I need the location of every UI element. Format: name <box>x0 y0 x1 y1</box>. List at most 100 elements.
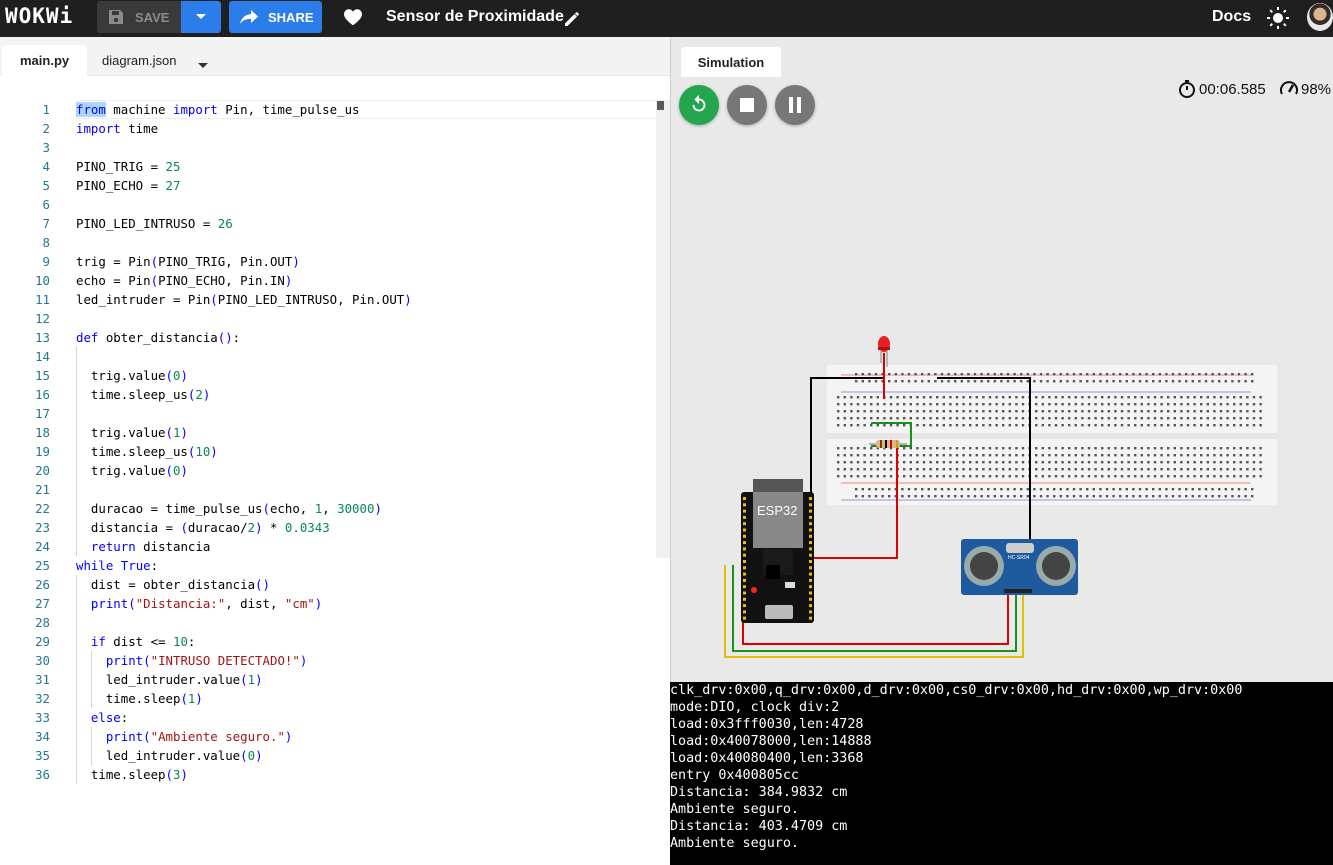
code-line[interactable]: 25 while True: <box>0 556 670 575</box>
pause-simulation-button[interactable] <box>775 85 815 125</box>
top-bar: WOKWi SAVE SHARE Sensor de Proximidade D… <box>0 0 1333 37</box>
code-token: import <box>76 121 121 136</box>
share-button[interactable]: SHARE <box>229 1 322 33</box>
tab-main-py[interactable]: main.py <box>2 45 88 76</box>
code-editor-panel: main.py diagram.json 1 from machine impor… <box>0 37 670 865</box>
line-text: time.sleep_us(10) <box>76 442 218 461</box>
console-line: Distancia: 403.4709 cm <box>670 819 848 834</box>
code-token: time.sleep_us <box>76 387 188 402</box>
code-token: machine <box>105 102 173 117</box>
code-line[interactable]: 5 PINO_ECHO = 27 <box>0 176 670 195</box>
code-token: ) <box>180 425 188 440</box>
line-text: trig.value(1) <box>76 423 188 442</box>
tab-menu-button[interactable] <box>198 56 208 74</box>
code-line[interactable]: 7 PINO_LED_INTRUSO = 26 <box>0 214 670 233</box>
save-dropdown-button[interactable] <box>181 1 221 33</box>
theme-toggle[interactable] <box>1266 6 1290 35</box>
code-line[interactable]: 24 return distancia <box>0 537 670 556</box>
code-token: Pin, time_pulse_us <box>217 102 360 117</box>
avatar[interactable] <box>1307 3 1333 31</box>
code-line[interactable]: 15 trig.value(0) <box>0 366 670 385</box>
tab-diagram-json[interactable]: diagram.json <box>84 45 194 76</box>
rename-project-button[interactable] <box>562 9 582 34</box>
restart-icon <box>692 94 706 112</box>
code-token: ) <box>292 254 300 269</box>
code-line[interactable]: 28 <box>0 613 670 632</box>
code-line[interactable]: 31 led_intruder.value(1) <box>0 670 670 689</box>
save-icon <box>109 10 123 24</box>
line-text: trig = Pin(PINO_TRIG, Pin.OUT) <box>76 252 300 271</box>
breadboard[interactable] <box>825 363 1279 507</box>
docs-link[interactable]: Docs <box>1212 8 1251 26</box>
line-text: import time <box>76 119 158 138</box>
code-token: trig = Pin <box>76 254 151 269</box>
code-area[interactable]: 1 from machine import Pin, time_pulse_us 2… <box>0 100 670 784</box>
tab-simulation[interactable]: Simulation <box>681 47 781 77</box>
save-button[interactable]: SAVE <box>97 1 181 33</box>
code-line[interactable]: 3 <box>0 138 670 157</box>
code-line[interactable]: 35 led_intruder.value(0) <box>0 746 670 765</box>
code-token: ( <box>262 501 270 516</box>
code-token: * <box>262 520 285 535</box>
code-line[interactable]: 13 def obter_distancia(): <box>0 328 670 347</box>
code-token: "INTRUSO DETECTADO!" <box>150 653 300 668</box>
code-line[interactable]: 16 time.sleep_us(2) <box>0 385 670 404</box>
code-line[interactable]: 19 time.sleep_us(10) <box>0 442 670 461</box>
code-line[interactable]: 11 led_intruder = Pin(PINO_LED_INTRUSO, P… <box>0 290 670 309</box>
code-line[interactable]: 23 distancia = (duracao/2) * 0.0343 <box>0 518 670 537</box>
code-line[interactable]: 4 PINO_TRIG = 25 <box>0 157 670 176</box>
code-line[interactable]: 9 trig = Pin(PINO_TRIG, Pin.OUT) <box>0 252 670 271</box>
code-token: True <box>120 558 151 573</box>
code-token: "Ambiente seguro." <box>150 729 285 744</box>
restart-simulation-button[interactable] <box>679 85 719 125</box>
code-token: ( <box>165 463 173 478</box>
project-title[interactable]: Sensor de Proximidade <box>386 8 564 26</box>
code-line[interactable]: 36 time.sleep(3) <box>0 765 670 784</box>
stop-simulation-button[interactable] <box>727 85 767 125</box>
line-number: 13 <box>35 330 50 345</box>
esp32-board[interactable]: ESP32 <box>741 479 814 623</box>
code-line[interactable]: 14 <box>0 347 670 366</box>
code-line[interactable]: 26 dist = obter_distancia() <box>0 575 670 594</box>
code-line[interactable]: 21 <box>0 480 670 499</box>
code-line[interactable]: 20 trig.value(0) <box>0 461 670 480</box>
code-line[interactable]: 8 <box>0 233 670 252</box>
code-line[interactable]: 33 else: <box>0 708 670 727</box>
code-token: ) <box>284 273 293 288</box>
code-line[interactable]: 6 <box>0 195 670 214</box>
code-token: ) <box>180 767 188 782</box>
code-line[interactable]: 2 import time <box>0 119 670 138</box>
code-token: duracao/ <box>187 520 248 535</box>
code-line[interactable]: 10 echo = Pin(PINO_ECHO, Pin.IN) <box>0 271 670 290</box>
code-line[interactable]: 34 print("Ambiente seguro.") <box>0 727 670 746</box>
stopwatch-icon <box>1179 80 1195 98</box>
code-line[interactable]: 22 duracao = time_pulse_us(echo, 1, 3000… <box>0 499 670 518</box>
console-line: load:0x40080400,len:3368 <box>670 751 864 766</box>
like-button[interactable] <box>342 6 364 33</box>
code-line[interactable]: 32 time.sleep(1) <box>0 689 670 708</box>
line-number: 19 <box>35 444 50 459</box>
code-token: ) <box>180 368 188 383</box>
sensor-label: HC-SR04 <box>1008 555 1030 561</box>
code-token: print <box>105 653 144 668</box>
code-line[interactable]: 18 trig.value(1) <box>0 423 670 442</box>
editor-scrollbar[interactable] <box>656 100 670 558</box>
line-number: 9 <box>42 254 50 269</box>
line-number: 26 <box>35 577 50 592</box>
line-text: PINO_LED_INTRUSO = 26 <box>76 214 233 233</box>
line-number: 16 <box>35 387 50 402</box>
line-number: 20 <box>35 463 50 478</box>
code-line[interactable]: 17 <box>0 404 670 423</box>
line-number: 15 <box>35 368 50 383</box>
code-line[interactable]: 12 <box>0 309 670 328</box>
serial-monitor[interactable]: clk_drv:0x00,q_drv:0x00,d_drv:0x00,cs0_d… <box>670 682 1333 865</box>
circuit-diagram[interactable]: ESP32 HC-SR04 <box>671 37 1333 682</box>
ultrasonic-sensor[interactable]: HC-SR04 <box>961 539 1078 595</box>
code-line[interactable]: 29 if dist <= 10: <box>0 632 670 651</box>
wokwi-logo[interactable]: WOKWi <box>5 4 73 28</box>
code-token: ( <box>143 729 151 744</box>
code-line[interactable]: 1 from machine import Pin, time_pulse_us <box>0 100 670 119</box>
code-line[interactable]: 30 print("INTRUSO DETECTADO!") <box>0 651 670 670</box>
code-line[interactable]: 27 print("Distancia:", dist, "cm") <box>0 594 670 613</box>
